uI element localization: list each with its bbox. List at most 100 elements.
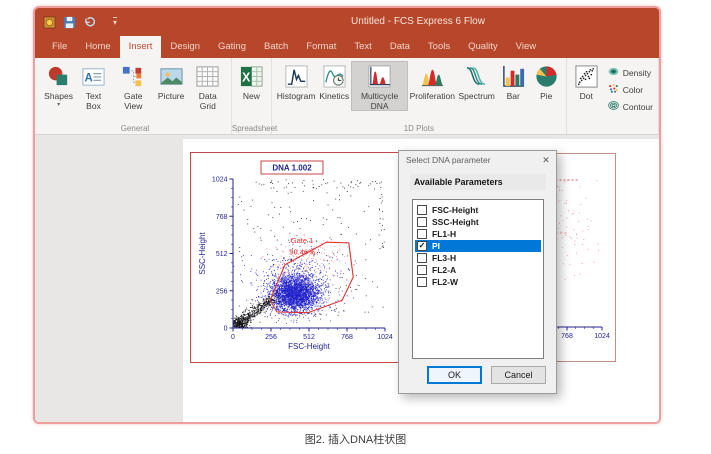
dialog-titlebar[interactable]: Select DNA parameter ✕ bbox=[399, 151, 556, 169]
dialog-title: Select DNA parameter bbox=[406, 155, 491, 165]
ribbon-group-1d-plots: HistogramKineticsMulticycle DNAProlifera… bbox=[272, 58, 567, 134]
ribbon-button-data-grid[interactable]: Data Grid bbox=[188, 61, 228, 111]
checkbox-fl3-h[interactable] bbox=[417, 253, 427, 263]
checkbox-fl2-a[interactable] bbox=[417, 265, 427, 275]
spreadsheet-new-icon: X bbox=[239, 63, 264, 90]
parameter-label: FSC-Height bbox=[432, 205, 478, 215]
bar-icon bbox=[501, 63, 526, 90]
tab-batch[interactable]: Batch bbox=[255, 36, 297, 58]
ribbon-button-contour[interactable]: Contour bbox=[607, 99, 653, 114]
parameter-fl2-w[interactable]: FL2-W bbox=[415, 276, 541, 288]
ribbon-button-label: Picture bbox=[158, 91, 184, 101]
tab-home[interactable]: Home bbox=[76, 36, 119, 58]
svg-text:1024: 1024 bbox=[377, 334, 393, 341]
parameter-label: FL3-H bbox=[432, 253, 456, 263]
ribbon-button-color[interactable]: Color bbox=[607, 82, 653, 97]
svg-text:FSC-Height: FSC-Height bbox=[288, 342, 331, 351]
quick-access-toolbar: ▾ bbox=[43, 8, 117, 36]
ribbon-button-label: Dot bbox=[580, 91, 593, 101]
tab-data[interactable]: Data bbox=[381, 36, 419, 58]
checkbox-fsc-height[interactable] bbox=[417, 205, 427, 215]
qat-dropdown-icon[interactable]: ▾ bbox=[113, 17, 117, 27]
scatter-axes-overlay: 0025625651251276876810241024SSC-HeightFS… bbox=[190, 152, 408, 363]
tab-text[interactable]: Text bbox=[345, 36, 380, 58]
checkbox-ssc-height[interactable] bbox=[417, 217, 427, 227]
text-box-icon: A bbox=[81, 63, 106, 90]
kinetics-icon bbox=[322, 63, 347, 90]
ribbon-button-spectrum[interactable]: Spectrum bbox=[457, 61, 497, 101]
dna-scatter-plot[interactable]: 0025625651251276876810241024SSC-HeightFS… bbox=[190, 152, 408, 363]
close-icon[interactable]: ✕ bbox=[538, 155, 554, 166]
ribbon-button-label: Data Grid bbox=[191, 91, 225, 111]
fcs-express-window: ▾ Untitled - FCS Express 6 Flow FileHome… bbox=[33, 6, 661, 424]
tab-insert[interactable]: Insert bbox=[120, 36, 162, 58]
ribbon-button-density[interactable]: Density bbox=[607, 65, 653, 80]
ribbon-button-dot[interactable]: Dot bbox=[570, 61, 603, 101]
ribbon-button-label: New bbox=[243, 91, 260, 101]
svg-text:512: 512 bbox=[303, 334, 315, 341]
tab-tools[interactable]: Tools bbox=[419, 36, 459, 58]
ribbon-button-proliferation[interactable]: Proliferation bbox=[408, 61, 457, 101]
tab-view[interactable]: View bbox=[507, 36, 545, 58]
svg-text:0: 0 bbox=[224, 326, 228, 333]
data-grid-icon bbox=[195, 63, 220, 90]
proliferation-icon bbox=[420, 63, 445, 90]
checkbox-fl1-h[interactable] bbox=[417, 229, 427, 239]
parameter-fl2-a[interactable]: FL2-A bbox=[415, 264, 541, 276]
ribbon-button-picture[interactable]: Picture bbox=[155, 61, 188, 101]
svg-text:256: 256 bbox=[216, 288, 228, 295]
ribbon-button-label: Shapes bbox=[44, 91, 73, 101]
undo-icon[interactable] bbox=[83, 16, 96, 29]
figure: ▾ Untitled - FCS Express 6 Flow FileHome… bbox=[0, 0, 711, 454]
parameter-label: PI bbox=[432, 241, 440, 251]
ribbon-button-new[interactable]: XNew bbox=[235, 61, 268, 101]
ribbon-button-label: Density bbox=[623, 68, 651, 78]
ribbon-button-pie[interactable]: Pie bbox=[530, 61, 563, 101]
color-icon bbox=[607, 82, 620, 97]
parameter-fsc-height[interactable]: FSC-Height bbox=[415, 204, 541, 216]
ribbon-button-text-box[interactable]: AText Box bbox=[75, 61, 112, 111]
multicycle-dna-icon bbox=[367, 63, 392, 90]
parameter-label: FL2-A bbox=[432, 265, 456, 275]
layout-page: 0025625651251276876810241024SSC-HeightFS… bbox=[183, 139, 659, 422]
ribbon-group-2d-plots: Dot Density Color Contour bbox=[567, 58, 659, 134]
svg-text:256: 256 bbox=[265, 334, 277, 341]
tab-quality[interactable]: Quality bbox=[459, 36, 507, 58]
ribbon-button-shapes[interactable]: Shapes▾ bbox=[42, 61, 75, 108]
pie-icon bbox=[534, 63, 559, 90]
svg-text:Gate 1: Gate 1 bbox=[291, 236, 314, 245]
app-icon[interactable] bbox=[43, 16, 56, 29]
gate-view-icon bbox=[121, 63, 146, 90]
ribbon-button-label: Bar bbox=[507, 91, 520, 101]
svg-text:1024: 1024 bbox=[594, 333, 610, 340]
spectrum-icon bbox=[464, 63, 489, 90]
tab-design[interactable]: Design bbox=[161, 36, 209, 58]
tab-file[interactable]: File bbox=[43, 36, 76, 58]
svg-text:0: 0 bbox=[231, 334, 235, 341]
checkbox-pi[interactable]: ✓ bbox=[417, 241, 427, 251]
svg-text:A: A bbox=[85, 72, 94, 84]
figure-caption: 图2. 插入DNA柱状图 bbox=[0, 431, 711, 447]
ribbon-group-label: General bbox=[39, 124, 231, 133]
parameter-ssc-height[interactable]: SSC-Height bbox=[415, 216, 541, 228]
ribbon-button-kinetics[interactable]: Kinetics bbox=[317, 61, 351, 101]
checkbox-fl2-w[interactable] bbox=[417, 277, 427, 287]
ribbon-button-multicycle-dna[interactable]: Multicycle DNA bbox=[351, 61, 408, 111]
tab-gating[interactable]: Gating bbox=[209, 36, 255, 58]
ribbon-button-label: Proliferation bbox=[410, 91, 455, 101]
svg-text:768: 768 bbox=[216, 214, 228, 221]
ok-button[interactable]: OK bbox=[427, 366, 482, 384]
cancel-button[interactable]: Cancel bbox=[491, 366, 546, 384]
ribbon-button-label: Pie bbox=[540, 91, 552, 101]
ribbon: Shapes▾AText BoxGate ViewPicture Data Gri… bbox=[35, 58, 659, 135]
tab-format[interactable]: Format bbox=[297, 36, 345, 58]
ribbon-button-gate-view[interactable]: Gate View bbox=[112, 61, 155, 111]
svg-text:DNA 1.002: DNA 1.002 bbox=[272, 164, 312, 173]
ribbon-button-bar[interactable]: Bar bbox=[497, 61, 530, 101]
save-icon[interactable] bbox=[63, 16, 76, 29]
parameter-fl1-h[interactable]: FL1-H bbox=[415, 228, 541, 240]
parameter-fl3-h[interactable]: FL3-H bbox=[415, 252, 541, 264]
parameter-pi[interactable]: ✓ PI bbox=[415, 240, 541, 252]
ribbon-button-histogram[interactable]: Histogram bbox=[275, 61, 317, 101]
picture-icon bbox=[159, 63, 184, 90]
